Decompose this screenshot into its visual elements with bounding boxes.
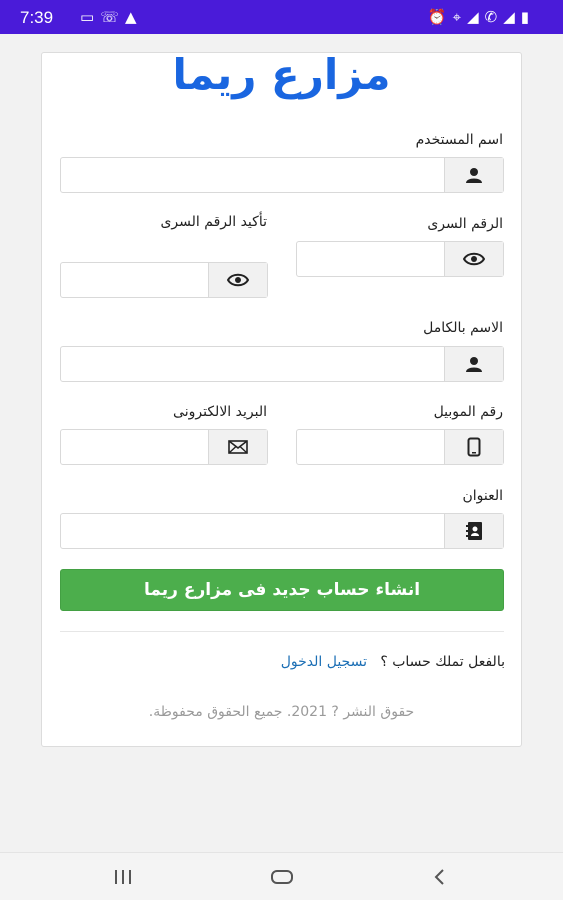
wifi-icon: ⌖ <box>452 8 468 26</box>
mobile-field <box>296 429 504 465</box>
eye-icon <box>463 252 485 266</box>
signal-icon: ◢ <box>503 8 521 26</box>
divider <box>60 631 504 632</box>
username-label: اسم المستخدم <box>415 132 503 148</box>
back-icon[interactable] <box>432 866 446 890</box>
alarm-icon: ⏰ <box>427 8 453 26</box>
password-addon[interactable] <box>444 242 503 276</box>
home-icon[interactable] <box>270 866 294 890</box>
mobile-icon <box>467 437 481 457</box>
confirm-password-input[interactable] <box>61 263 211 297</box>
fullname-addon <box>444 347 503 381</box>
username-addon <box>444 158 503 192</box>
status-time: 7:39 <box>20 8 54 27</box>
mobile-input[interactable] <box>297 430 447 464</box>
email-input[interactable] <box>61 430 211 464</box>
call-icon: ✆ <box>484 8 504 26</box>
app-title: مزارع ريما <box>172 50 391 99</box>
whatsapp-icon: ☏ <box>100 8 125 26</box>
notification-icon: ▲ <box>124 8 143 26</box>
password-label: الرقم السرى <box>427 216 503 232</box>
login-prompt-row: بالفعل تملك حساب ؟ تسجيل الدخول <box>281 654 505 670</box>
email-field <box>60 429 268 465</box>
status-bar: 7:39 ▭☏▲ ⏰⌖◢✆◢▮ <box>0 0 563 34</box>
mobile-addon <box>444 430 503 464</box>
recent-apps-icon[interactable] <box>112 866 134 890</box>
user-icon <box>466 168 482 183</box>
fullname-field <box>60 346 504 382</box>
status-right-icons: ⏰⌖◢✆◢▮ <box>428 8 535 26</box>
address-label: العنوان <box>462 488 503 504</box>
password-field <box>296 241 504 277</box>
copyright-text: حقوق النشر ? 2021. جميع الحقوق محفوظة. <box>148 704 415 720</box>
confirm-password-label: تأكيد الرقم السرى <box>160 214 267 230</box>
signal-icon: ◢ <box>467 8 485 26</box>
username-field <box>60 157 504 193</box>
login-link[interactable]: تسجيل الدخول <box>281 654 367 670</box>
user-icon <box>466 357 482 372</box>
battery-icon: ▮ <box>520 8 535 26</box>
fullname-input[interactable] <box>61 347 447 381</box>
address-input[interactable] <box>61 514 447 548</box>
username-input[interactable] <box>61 158 447 192</box>
address-book-icon <box>466 522 482 540</box>
mobile-label: رقم الموبيل <box>433 404 503 420</box>
eye-icon <box>227 273 249 287</box>
laptop-icon: ▭ <box>80 8 101 26</box>
confirm-password-field <box>60 262 268 298</box>
email-addon <box>208 430 267 464</box>
confirm-password-addon[interactable] <box>208 263 267 297</box>
navigation-bar <box>0 852 563 900</box>
password-input[interactable] <box>297 242 447 276</box>
login-prompt-text: بالفعل تملك حساب ؟ <box>380 654 505 670</box>
address-field <box>60 513 504 549</box>
create-account-button[interactable]: انشاء حساب جديد فى مزارع ريما <box>60 569 504 611</box>
fullname-label: الاسم بالكامل <box>423 320 503 336</box>
envelope-icon <box>228 440 248 454</box>
address-addon <box>444 514 503 548</box>
email-label: البريد الالكترونى <box>173 404 267 420</box>
status-left-icons: ▭☏▲ <box>80 8 143 26</box>
